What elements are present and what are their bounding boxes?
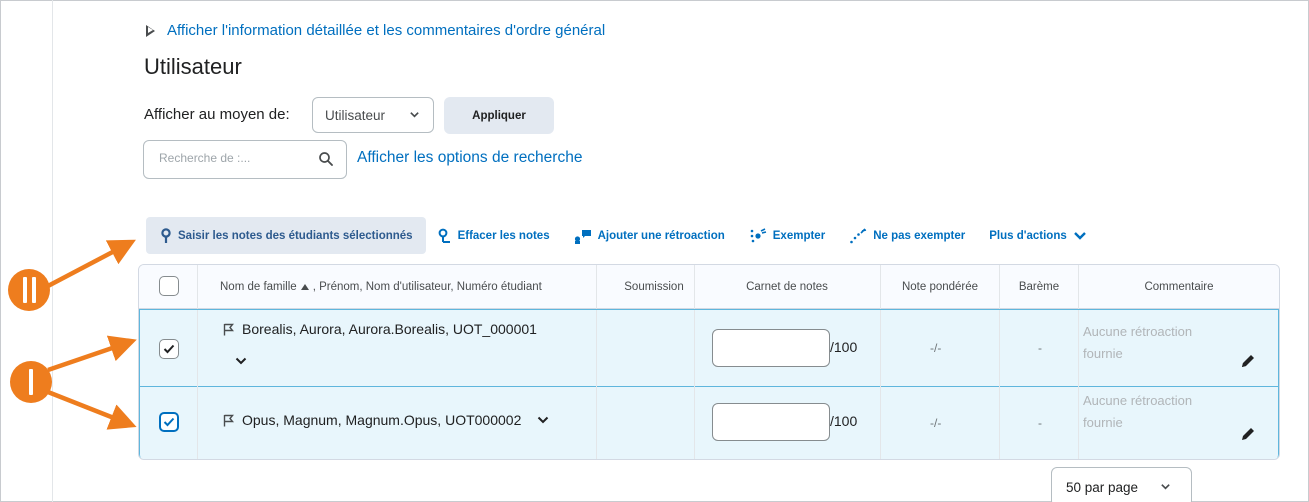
apply-button[interactable]: Appliquer: [444, 97, 554, 134]
header-comment[interactable]: Commentaire: [1079, 265, 1279, 308]
column-divider: [880, 265, 881, 459]
more-actions-label: Plus d'actions: [989, 229, 1067, 242]
grade-scheme: -: [1038, 416, 1042, 430]
view-by-select[interactable]: Utilisateur: [312, 97, 434, 133]
chevron-down-icon: [410, 112, 419, 118]
add-feedback-label: Ajouter une rétroaction: [597, 229, 725, 242]
table-row: Borealis, Aurora, Aurora.Borealis, UOT_0…: [139, 309, 1279, 386]
badge-bar: [22, 277, 27, 303]
badge-bar: [31, 277, 36, 303]
header-name-sort-label: Nom de famille: [220, 280, 297, 293]
student-name: Borealis, Aurora, Aurora.Borealis, UOT_0…: [223, 321, 537, 337]
grade-input[interactable]: [712, 329, 830, 367]
search-options-link[interactable]: Afficher les options de recherche: [357, 149, 582, 167]
pencil-icon[interactable]: [1240, 426, 1256, 442]
row-checkbox-checked[interactable]: [159, 339, 179, 359]
header-scheme[interactable]: Barème: [1000, 265, 1078, 308]
checkmark-icon: [163, 344, 175, 354]
student-name: Opus, Magnum, Magnum.Opus, UOT000002: [223, 412, 549, 428]
feedback-line-2: fournie: [1083, 346, 1123, 361]
header-name[interactable]: Nom de famille , Prénom, Nom d'utilisate…: [220, 265, 542, 308]
weighted-grade: -/-: [930, 341, 942, 355]
exempt-label: Exempter: [772, 229, 826, 242]
add-feedback-button[interactable]: Ajouter une rétroaction: [562, 217, 737, 254]
chevron-down-icon: [1073, 231, 1086, 240]
sort-ascending-icon: [300, 283, 309, 290]
student-name-text[interactable]: Borealis, Aurora, Aurora.Borealis, UOT_0…: [242, 321, 537, 337]
enter-grades-label: Saisir les notes des étudiants sélection…: [178, 229, 413, 242]
weighted-grade: -/-: [930, 416, 942, 430]
view-by-label: Afficher au moyen de:: [144, 106, 290, 123]
unexempt-icon: [850, 227, 867, 243]
flag-icon[interactable]: [223, 414, 234, 427]
grade-pin-icon: [161, 227, 171, 243]
flag-icon[interactable]: [223, 323, 234, 336]
clear-grade-icon: [438, 228, 450, 243]
feedback-icon: [574, 229, 591, 244]
chevron-down-icon: [1161, 484, 1170, 490]
details-toggle-link[interactable]: Afficher l'information détaillée et les …: [146, 22, 605, 39]
search-icon[interactable]: [318, 151, 334, 167]
column-divider: [197, 265, 198, 459]
expand-triangle-icon: [146, 24, 155, 37]
feedback-text: Aucune rétroaction fournie: [1083, 321, 1223, 365]
row-checkbox-checked[interactable]: [159, 412, 179, 432]
header-gradebook[interactable]: Carnet de notes: [694, 265, 880, 308]
grade-out-of: /100: [830, 413, 858, 429]
feedback-line-2: fournie: [1083, 415, 1123, 430]
annotation-badge-one: [10, 361, 52, 403]
grade-scheme: -: [1038, 341, 1042, 355]
column-divider: [596, 265, 597, 459]
unexempt-label: Ne pas exempter: [873, 229, 966, 242]
unexempt-button[interactable]: Ne pas exempter: [837, 217, 977, 254]
exempt-icon: [750, 227, 766, 242]
header-name-rest: , Prénom, Nom d'utilisateur, Numéro étud…: [312, 280, 542, 293]
left-divider: [52, 0, 53, 502]
grade-input[interactable]: [712, 403, 830, 441]
student-name-text[interactable]: Opus, Magnum, Magnum.Opus, UOT000002: [242, 412, 521, 428]
column-divider: [999, 265, 1000, 459]
header-weighted[interactable]: Note pondérée: [881, 265, 999, 308]
grade-out-of: /100: [830, 339, 858, 355]
pencil-icon[interactable]: [1240, 353, 1256, 369]
clear-grades-label: Effacer les notes: [457, 229, 550, 242]
clear-grades-button[interactable]: Effacer les notes: [426, 217, 562, 254]
feedback-line-1: Aucune rétroaction: [1083, 393, 1193, 408]
annotation-badge-two: [8, 269, 50, 311]
column-divider: [1078, 265, 1079, 459]
per-page-value: 50 par page: [1066, 479, 1139, 495]
more-actions-button[interactable]: Plus d'actions: [977, 217, 1099, 254]
page-title: Utilisateur: [144, 54, 242, 79]
details-link-text: Afficher l'information détaillée et les …: [167, 22, 606, 39]
grades-table: Nom de famille , Prénom, Nom d'utilisate…: [138, 264, 1280, 460]
search-input[interactable]: [159, 151, 309, 165]
view-by-selected-value: Utilisateur: [325, 107, 386, 123]
chevron-down-icon[interactable]: [235, 356, 247, 366]
chevron-down-icon[interactable]: [537, 415, 549, 425]
select-all-checkbox[interactable]: [159, 276, 179, 296]
feedback-line-1: Aucune rétroaction: [1083, 324, 1193, 339]
badge-bar: [29, 369, 33, 395]
table-header-row: Nom de famille , Prénom, Nom d'utilisate…: [139, 265, 1279, 309]
search-box: [143, 140, 347, 179]
per-page-select[interactable]: 50 par page: [1051, 467, 1192, 502]
feedback-text: Aucune rétroaction fournie: [1083, 390, 1223, 434]
bulk-actions-toolbar: Saisir les notes des étudiants sélection…: [146, 217, 1099, 254]
exempt-button[interactable]: Exempter: [737, 217, 837, 254]
enter-grades-button[interactable]: Saisir les notes des étudiants sélection…: [146, 217, 426, 254]
column-divider: [694, 265, 695, 459]
checkmark-icon: [163, 417, 175, 427]
table-row: Opus, Magnum, Magnum.Opus, UOT000002 /10…: [139, 387, 1279, 459]
